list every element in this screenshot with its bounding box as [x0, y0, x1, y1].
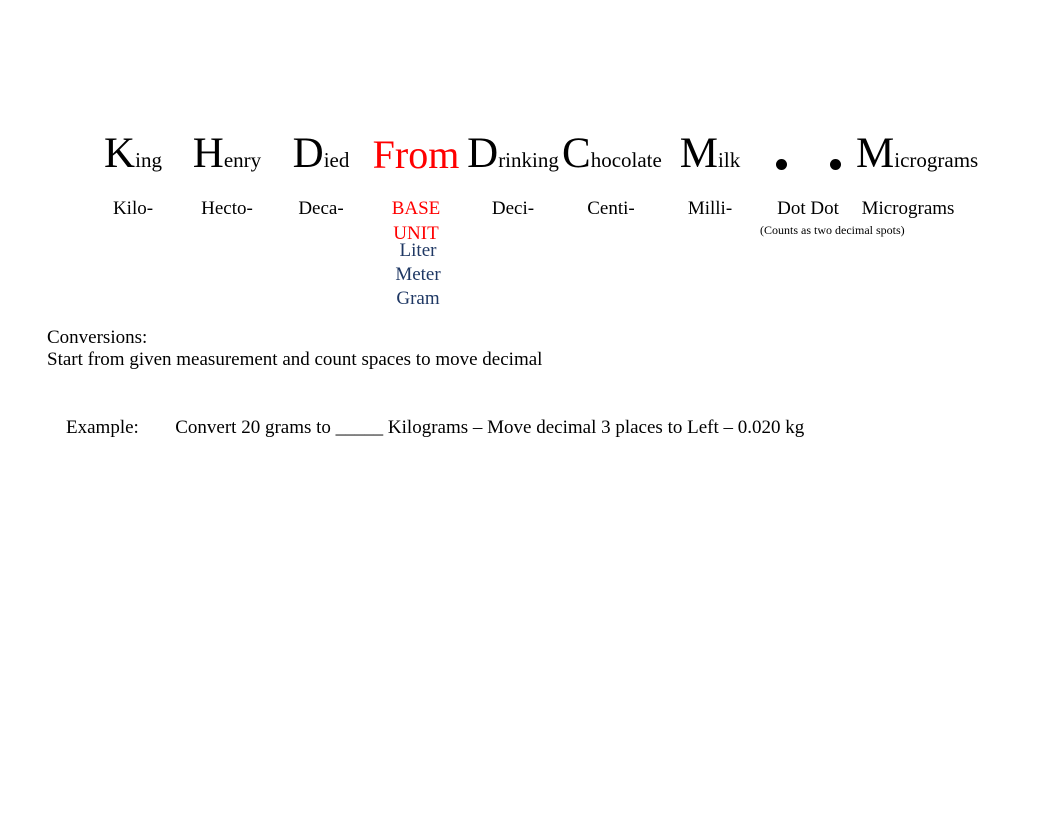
prefix-kilo: Kilo-: [112, 198, 154, 219]
mnemonic-word-drinking: Drinking: [464, 132, 562, 175]
base-unit-liter: Liter: [399, 240, 437, 261]
mnemonic-rest-chocolate: hocolate: [590, 148, 662, 172]
mnemonic-word-king: King: [86, 132, 180, 175]
prefix-micrograms: Micrograms: [861, 198, 955, 219]
prefix-hecto: Hecto-: [201, 198, 253, 219]
prefix-centi: Centi-: [587, 198, 635, 219]
base-unit-column: Liter Meter Gram: [370, 239, 466, 311]
base-unit-list: Liter Meter Gram: [0, 239, 1062, 311]
mnemonic-initial-drinking: D: [467, 130, 499, 177]
mnemonic-word-died: Died: [274, 132, 368, 175]
mnemonic-initial-micrograms: M: [856, 130, 895, 177]
mnemonic-initial-milk: M: [679, 130, 719, 177]
decimal-dot-left-icon: [775, 159, 787, 170]
base-unit-gram: Gram: [396, 288, 440, 309]
mnemonic-rest-drinking: rinking: [498, 148, 559, 172]
mnemonic-initial-king: K: [104, 130, 136, 177]
example-tab-gap: [139, 417, 175, 438]
example-text: Convert 20 grams to _____ Kilograms – Mo…: [175, 417, 805, 438]
prefix-milli: Milli-: [687, 198, 733, 219]
mnemonic-word-milk: Milk: [660, 132, 760, 175]
base-unit-meter: Meter: [395, 264, 441, 285]
conversions-instruction: Start from given measurement and count s…: [47, 349, 543, 370]
prefix-dot-dot-label: Dot Dot: [777, 198, 839, 219]
mnemonic-initial-henry: H: [192, 130, 224, 177]
mnemonic-word-from: From: [368, 135, 464, 175]
decimal-dots-icon: [760, 159, 856, 175]
prefix-dot-dot: Dot Dot (Counts as two decimal spots): [760, 196, 905, 238]
prefix-dot-dot-note: (Counts as two decimal spots): [760, 223, 905, 237]
prefix-deca: Deca-: [298, 198, 344, 219]
mnemonic-rest-micrograms: icrograms: [894, 148, 979, 172]
mnemonic-rest-died: ied: [323, 148, 350, 172]
mnemonic-rest-milk: ilk: [718, 148, 741, 172]
conversions-heading: Conversions:: [47, 327, 148, 348]
mnemonic-word-micrograms: Micrograms: [856, 130, 978, 177]
mnemonic-rest-king: ing: [135, 148, 162, 172]
decimal-dot-right-icon: [829, 159, 841, 170]
mnemonic-rest-henry: enry: [223, 148, 262, 172]
mnemonic-initial-died: D: [292, 130, 324, 177]
example-label: Example:: [66, 417, 139, 438]
example-row: Example: Convert 20 grams to _____ Kilog…: [47, 395, 1027, 461]
prefix-deci: Deci-: [491, 198, 535, 219]
mnemonic-initial-from: From: [372, 132, 460, 177]
mnemonic-initial-chocolate: C: [562, 130, 591, 177]
conversions-section: Conversions: Start from given measuremen…: [47, 327, 1027, 461]
mnemonic-row: King Henry Died From Drinking Chocolate …: [0, 113, 1062, 175]
mnemonic-word-henry: Henry: [180, 132, 274, 175]
mnemonic-word-chocolate: Chocolate: [562, 130, 662, 177]
